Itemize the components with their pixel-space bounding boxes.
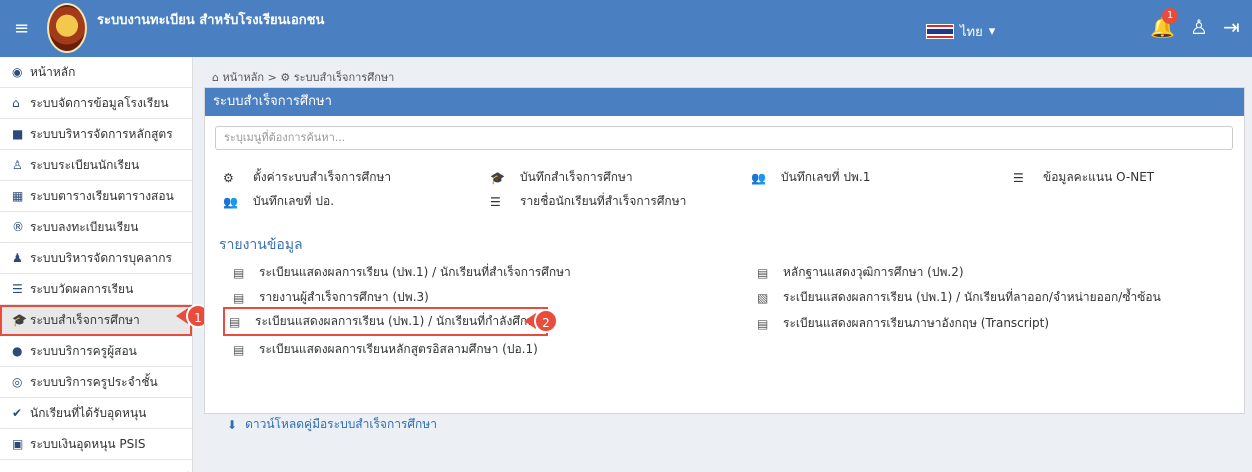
notification-badge: 1	[1162, 8, 1178, 24]
breadcrumb-current: ระบบสำเร็จการศึกษา	[293, 71, 395, 84]
pdf-icon: ▤	[233, 342, 245, 357]
sidebar-item-subsidized-students[interactable]: ✔ นักเรียนที่ได้รับอุดหนุน	[0, 398, 192, 429]
menu-record-pp1-number[interactable]: 👥 บันทึกเลขที่ ปพ.1	[751, 168, 870, 187]
language-selector[interactable]: ไทย ▾	[926, 21, 995, 42]
class-teacher-icon: ◎	[12, 375, 23, 389]
sidebar-item-psis[interactable]: ▣ ระบบเงินอุดหนุน PSIS	[0, 429, 192, 460]
caret-down-icon: ▾	[988, 24, 996, 39]
users-icon: 👥	[751, 170, 766, 185]
report-po1-islamic[interactable]: ▤ ระเบียนแสดงผลการเรียนหลักสูตรอิสลามศึกษ…	[233, 340, 538, 359]
sidebar-item-student-records[interactable]: ♙ ระบบระเบียนนักเรียน	[0, 150, 192, 181]
language-label: ไทย	[960, 25, 983, 40]
top-navbar: ≡ ระบบงานทะเบียน สำหรับโรงเรียนเอกชน ไทย…	[0, 0, 1252, 57]
report-pp1-current[interactable]: ▤ ระเบียนแสดงผลการเรียน (ปพ.1) / นักเรียน…	[223, 307, 548, 336]
logout-icon[interactable]: ⇥	[1223, 17, 1240, 37]
teacher-icon: ●	[12, 344, 23, 358]
sidebar-item-personnel[interactable]: ♟ ระบบบริหารจัดการบุคลากร	[0, 243, 192, 274]
person-icon: ♟	[12, 251, 23, 265]
menu-toggle-icon[interactable]: ≡	[14, 20, 29, 38]
user-icon: ♙	[12, 158, 23, 172]
money-icon: ▣	[12, 437, 24, 451]
report-pp3[interactable]: ▤ รายงานผู้สำเร็จการศึกษา (ปพ.3)	[233, 288, 429, 307]
report-pp1-graduated[interactable]: ▤ ระเบียนแสดงผลการเรียน (ปพ.1) / นักเรียน…	[233, 263, 571, 282]
breadcrumb-separator: >	[267, 71, 281, 84]
list-icon: ☰	[490, 194, 501, 209]
download-icon: ⬇	[227, 417, 238, 432]
menu-onet-scores[interactable]: ☰ ข้อมูลคะแนน O-NET	[1013, 168, 1154, 187]
notification-bell-icon[interactable]: 🔔 1	[1150, 8, 1178, 37]
cogs-icon: ⚙	[223, 170, 234, 185]
sidebar-item-homeroom-service[interactable]: ◎ ระบบบริการครูประจำชั้น	[0, 367, 192, 398]
pdf-icon: ▤	[757, 316, 769, 331]
report-pp1-withdrawn[interactable]: ▧ ระเบียนแสดงผลการเรียน (ปพ.1) / นักเรียน…	[757, 288, 1161, 307]
menu-record-po-number[interactable]: 👥 บันทึกเลขที่ ปอ.	[223, 192, 334, 211]
cogs-icon: ⚙	[280, 71, 291, 84]
pdf-icon: ▤	[229, 314, 241, 329]
sidebar-item-grading[interactable]: ☰ ระบบวัดผลการเรียน	[0, 274, 192, 305]
excel-icon: ▧	[757, 290, 769, 305]
pdf-icon: ▤	[233, 265, 245, 280]
sidebar-item-graduation[interactable]: 🎓 ระบบสำเร็จการศึกษา	[0, 305, 192, 336]
sidebar-item-registration[interactable]: ® ระบบลงทะเบียนเรียน	[0, 212, 192, 243]
menu-search-input[interactable]: ระบุเมนูที่ต้องการค้นหา...	[215, 126, 1233, 150]
book-icon: ■	[12, 127, 24, 141]
download-manual-link[interactable]: ⬇ ดาวน์โหลดคู่มือระบบสำเร็จการศึกษา	[227, 415, 437, 434]
home-icon: ⌂	[212, 71, 219, 84]
sidebar-item-school-data[interactable]: ⌂ ระบบจัดการข้อมูลโรงเรียน	[0, 88, 192, 119]
calendar-icon: ▦	[12, 189, 24, 203]
sidebar: ◉ หน้าหลัก ⌂ ระบบจัดการข้อมูลโรงเรียน ■ ระบ…	[0, 57, 193, 472]
report-transcript[interactable]: ▤ ระเบียนแสดงผลการเรียนภาษาอังกฤษ (Transc…	[757, 314, 1049, 333]
list-icon: ☰	[1013, 170, 1024, 185]
thai-flag-icon	[926, 24, 954, 39]
reports-section-title: รายงานข้อมูล	[219, 237, 303, 253]
bank-icon: ⌂	[12, 96, 20, 110]
panel-title: ระบบสำเร็จการศึกษา	[205, 88, 1244, 116]
menu-graduation-settings[interactable]: ⚙ ตั้งค่าระบบสำเร็จการศึกษา	[223, 168, 391, 187]
user-icon[interactable]: ♙	[1190, 17, 1208, 37]
list-icon: ☰	[12, 282, 23, 296]
graduation-cap-icon: 🎓	[12, 313, 27, 327]
check-circle-icon: ✔	[12, 406, 23, 420]
callout-2: 2	[534, 309, 558, 333]
menu-graduate-list[interactable]: ☰ รายชื่อนักเรียนที่สำเร็จการศึกษา	[490, 192, 686, 211]
pdf-icon: ▤	[757, 265, 769, 280]
pdf-icon: ▤	[233, 290, 245, 305]
sidebar-item-teacher-service[interactable]: ● ระบบบริการครูผู้สอน	[0, 336, 192, 367]
school-logo	[47, 3, 87, 53]
breadcrumb: ⌂ หน้าหลัก > ⚙ ระบบสำเร็จการศึกษา	[212, 68, 394, 86]
registered-icon: ®	[12, 220, 24, 234]
app-title: ระบบงานทะเบียน สำหรับโรงเรียนเอกชน	[97, 13, 325, 28]
sidebar-item-home[interactable]: ◉ หน้าหลัก	[0, 57, 192, 88]
users-icon: 👥	[223, 194, 238, 209]
graduation-cap-icon: 🎓	[490, 170, 505, 185]
sidebar-item-curriculum[interactable]: ■ ระบบบริหารจัดการหลักสูตร	[0, 119, 192, 150]
graduation-panel: ระบบสำเร็จการศึกษา ระบุเมนูที่ต้องการค้น…	[204, 87, 1245, 432]
report-pp2[interactable]: ▤ หลักฐานแสดงวุฒิการศึกษา (ปพ.2)	[757, 263, 964, 282]
dashboard-icon: ◉	[12, 65, 23, 79]
menu-record-graduation[interactable]: 🎓 บันทึกสำเร็จการศึกษา	[490, 168, 633, 187]
session-timer: เซสชันของคุณจะหมดอายุ 29:45 นาที	[0, 460, 192, 472]
sidebar-item-timetable[interactable]: ▦ ระบบตารางเรียนตารางสอน	[0, 181, 192, 212]
breadcrumb-home[interactable]: หน้าหลัก	[222, 71, 264, 84]
